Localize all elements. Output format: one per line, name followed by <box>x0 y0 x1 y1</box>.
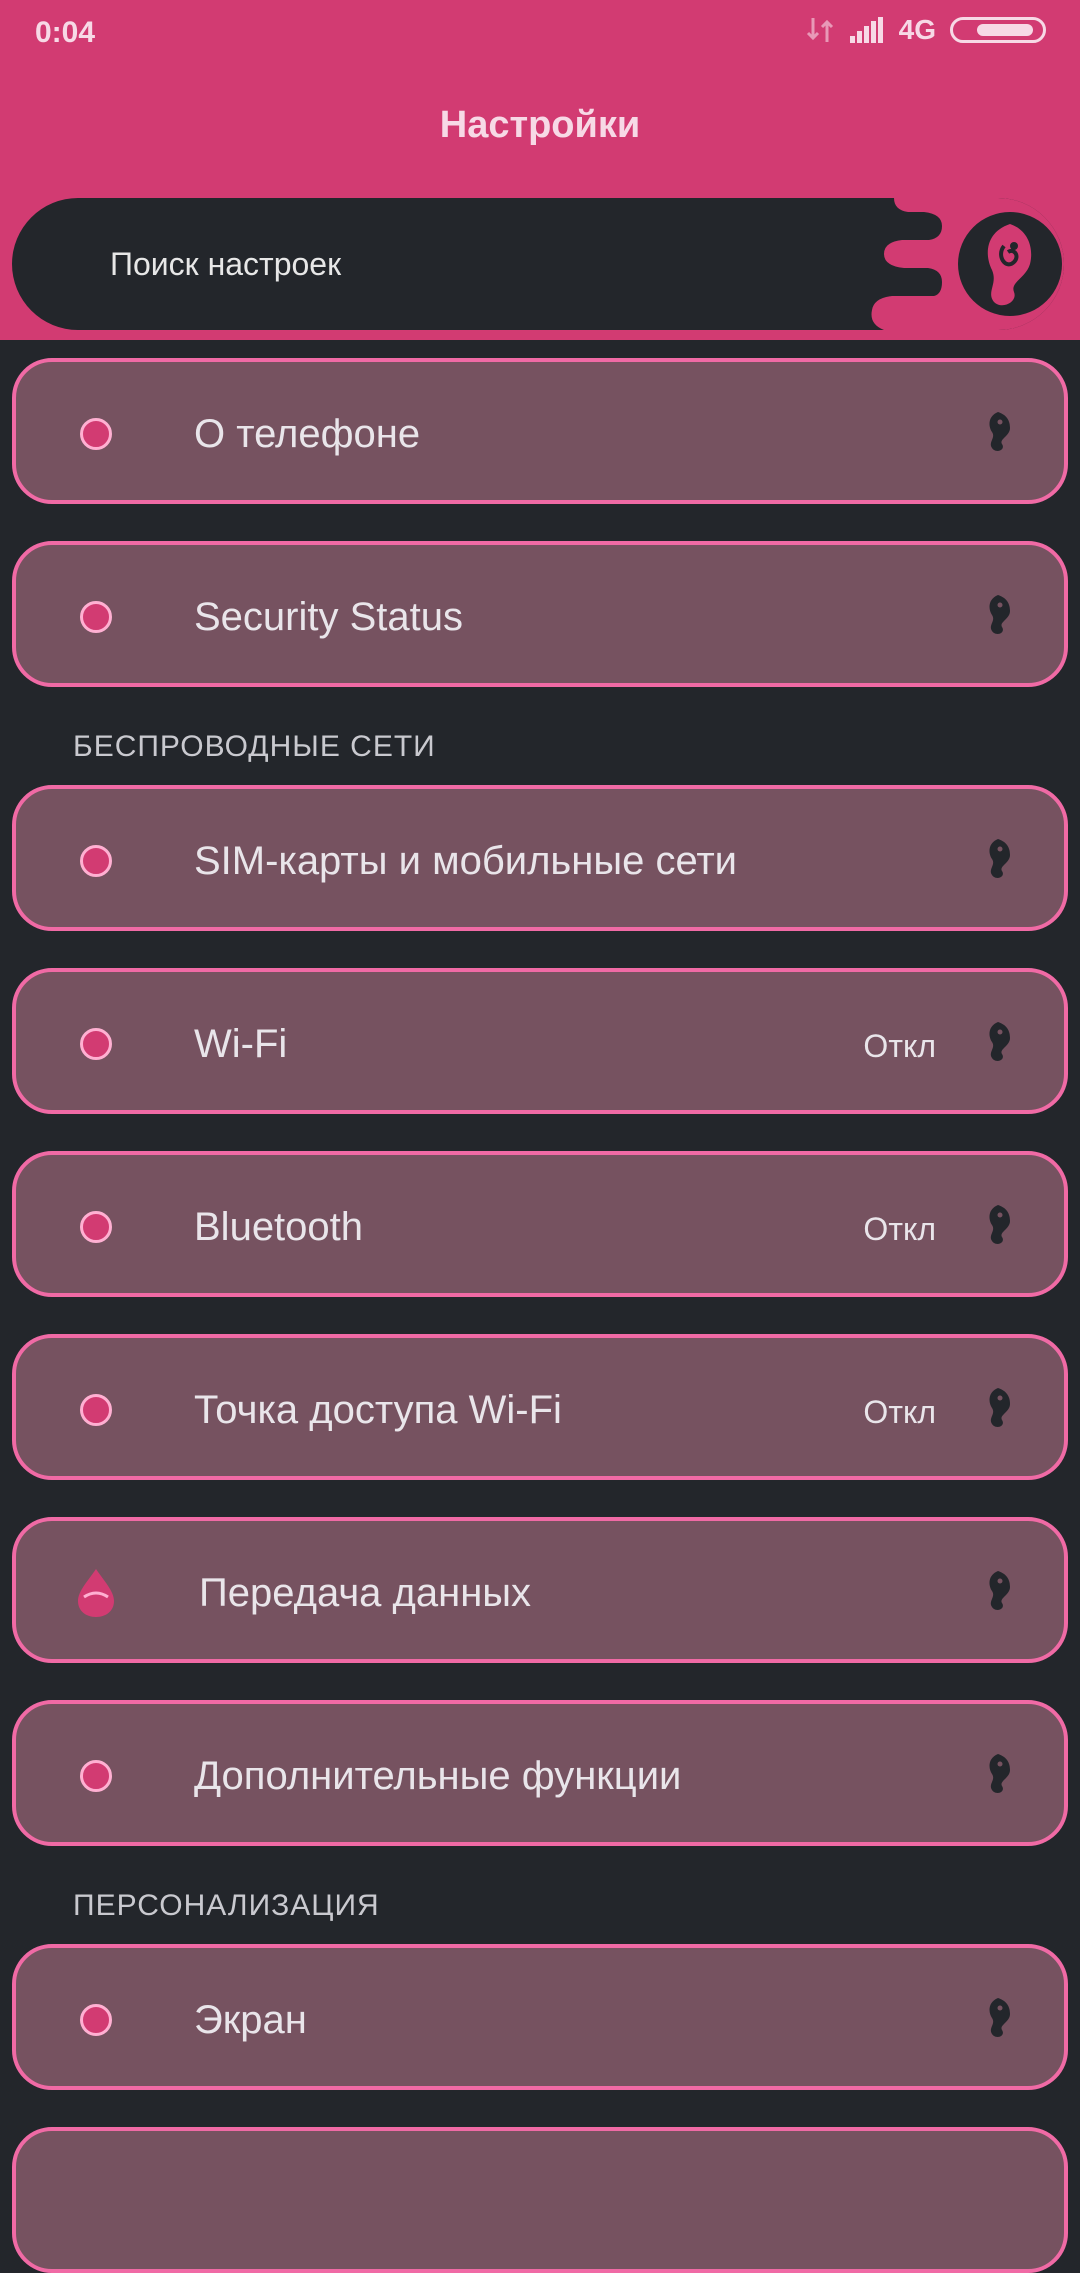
seahorse-chevron-icon <box>989 1998 1010 2037</box>
list-item-bluetooth[interactable]: Bluetooth Откл <box>12 1151 1068 1297</box>
search-bar[interactable]: Поиск настроек <box>12 198 1064 330</box>
network-type: 4G <box>898 14 936 45</box>
list-item-security-status[interactable]: Security Status <box>12 541 1068 687</box>
item-label: Дополнительные функции <box>194 1754 682 1798</box>
data-transfer-icon <box>806 18 833 42</box>
circle-dot-icon <box>80 1394 112 1426</box>
item-label: О телефоне <box>194 412 421 456</box>
water-drop-icon <box>78 1569 114 1617</box>
section-header-wireless: БЕСПРОВОДНЫЕ СЕТИ <box>73 730 436 763</box>
list-item-display[interactable]: Экран <box>12 1944 1068 2090</box>
signal-icon <box>849 17 883 43</box>
seahorse-chevron-icon <box>989 595 1010 634</box>
circle-dot-icon <box>80 601 112 633</box>
circle-dot-icon <box>80 2004 112 2036</box>
circle-dot-icon <box>80 845 112 877</box>
circle-dot-icon <box>80 1211 112 1243</box>
circle-dot-icon <box>80 1760 112 1792</box>
item-label: SIM-карты и мобильные сети <box>194 839 738 883</box>
seahorse-chevron-icon <box>989 1205 1010 1244</box>
seahorse-chevron-icon <box>989 1388 1010 1427</box>
seahorse-chevron-icon <box>989 1022 1010 1061</box>
item-status: Откл <box>863 1028 936 1064</box>
item-status: Откл <box>863 1394 936 1430</box>
seahorse-chevron-icon <box>989 839 1010 878</box>
seahorse-chevron-icon <box>989 1754 1010 1793</box>
item-label: Экран <box>194 1998 307 2042</box>
section-header-personalization: ПЕРСОНАЛИЗАЦИЯ <box>73 1889 380 1922</box>
page-title: Настройки <box>439 104 641 146</box>
item-label: Wi-Fi <box>194 1022 288 1066</box>
list-item-additional-features[interactable]: Дополнительные функции <box>12 1700 1068 1846</box>
search-placeholder[interactable]: Поиск настроек <box>110 246 341 283</box>
top-app-bar: 0:04 4G Настройки Поиск настроек <box>0 0 1080 340</box>
mermaid-avatar-icon[interactable] <box>824 198 1064 330</box>
item-label: Bluetooth <box>194 1205 364 1249</box>
seahorse-chevron-icon <box>989 412 1010 451</box>
item-label: Передача данных <box>199 1571 532 1615</box>
battery-icon <box>950 17 1046 43</box>
circle-dot-icon <box>80 1028 112 1060</box>
item-label: Security Status <box>194 595 464 639</box>
list-item-data-usage[interactable]: Передача данных <box>12 1517 1068 1663</box>
item-status: Откл <box>863 1211 936 1247</box>
item-label: Точка доступа Wi-Fi <box>194 1388 562 1432</box>
status-time: 0:04 <box>35 16 96 49</box>
circle-dot-icon <box>80 418 112 450</box>
list-item-sim-cards[interactable]: SIM-карты и мобильные сети <box>12 785 1068 931</box>
list-item-partial[interactable] <box>12 2127 1068 2273</box>
list-item-wifi[interactable]: Wi-Fi Откл <box>12 968 1068 1114</box>
list-item-hotspot[interactable]: Точка доступа Wi-Fi Откл <box>12 1334 1068 1480</box>
list-item-about-phone[interactable]: О телефоне <box>12 358 1068 504</box>
status-icons: 4G <box>805 14 1046 46</box>
seahorse-chevron-icon <box>989 1571 1010 1610</box>
settings-list: О телефоне Security Status БЕСПРОВОДНЫЕ … <box>0 340 1080 2273</box>
